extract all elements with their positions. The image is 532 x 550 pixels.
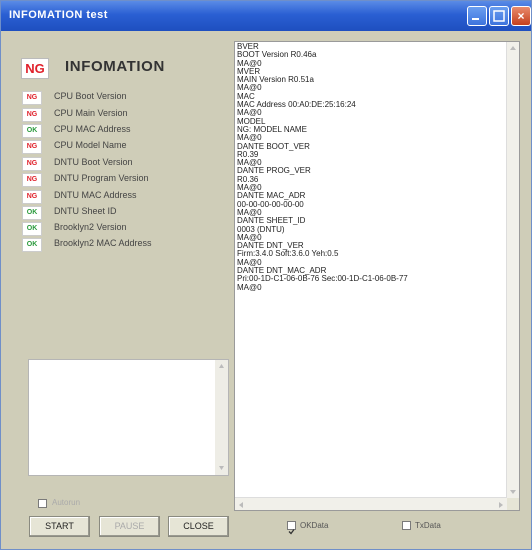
status-badge: OK xyxy=(22,238,42,252)
item-label: CPU Model Name xyxy=(54,140,127,150)
status-badge: NG xyxy=(22,190,42,204)
item-label: DNTU Program Version xyxy=(54,173,149,183)
minimize-icon[interactable] xyxy=(467,6,487,26)
title-bar[interactable]: INFOMATION test × xyxy=(1,1,531,31)
message-scrollbar[interactable] xyxy=(215,360,228,475)
log-text: BVER BOOT Version R0.46a MA@0 MVER MAIN Vers… xyxy=(237,42,408,292)
okdata-label: OKData xyxy=(300,521,329,530)
close-icon[interactable]: × xyxy=(511,6,531,26)
status-badge: NG xyxy=(22,157,42,171)
log-line: MAIN Version R0.51a xyxy=(237,75,314,85)
log-line: BOOT Version R0.46a xyxy=(237,50,317,60)
log-horizontal-scrollbar[interactable] xyxy=(235,497,507,510)
item-label: CPU MAC Address xyxy=(54,124,131,134)
start-button[interactable]: START xyxy=(29,516,90,537)
item-label: DNTU MAC Address xyxy=(54,190,137,200)
item-label: CPU Boot Version xyxy=(54,91,127,101)
close-button[interactable]: CLOSE xyxy=(168,516,229,537)
status-badge: NG xyxy=(22,173,42,187)
scroll-corner xyxy=(507,498,519,510)
txdata-checkbox[interactable] xyxy=(402,521,411,530)
status-badge: NG xyxy=(22,108,42,122)
item-label: CPU Main Version xyxy=(54,108,128,118)
window-title: INFOMATION test xyxy=(9,9,108,21)
status-badge: OK xyxy=(22,222,42,236)
status-badge: NG xyxy=(22,140,42,154)
log-line: 0003 (DNTU) xyxy=(237,224,285,234)
status-badge: OK xyxy=(22,206,42,220)
log-line: NG: MODEL NAME xyxy=(237,124,307,134)
log-textarea[interactable]: BVER BOOT Version R0.46a MA@0 MVER MAIN Vers… xyxy=(234,41,520,511)
log-line: MA@0 xyxy=(237,58,262,68)
message-textarea[interactable] xyxy=(28,359,229,476)
item-label: DNTU Boot Version xyxy=(54,157,133,167)
log-line: Pri:00-1D-C1-06-0B-76 Sec:00-1D-C1-06-0B… xyxy=(237,274,408,284)
log-line: Firm:3.4.0 Soft:3.6.0 Yeh:0.5 xyxy=(237,249,339,259)
item-label: Brooklyn2 MAC Address xyxy=(54,238,152,248)
log-line: R0.36 xyxy=(237,174,259,184)
log-line: R0.39 xyxy=(237,149,259,159)
log-vertical-scrollbar[interactable] xyxy=(506,42,519,498)
app-window: INFOMATION test × NG INFOMATION NG CPU B… xyxy=(0,0,532,550)
log-line: MA@0 xyxy=(237,83,262,93)
item-label: Brooklyn2 Version xyxy=(54,222,127,232)
info-header-title: INFOMATION xyxy=(65,58,165,75)
status-badge: NG xyxy=(22,91,42,105)
log-line: DANTE PROG_VER xyxy=(237,166,311,176)
item-label: DNTU Sheet ID xyxy=(54,206,117,216)
log-line: MA@0 xyxy=(237,282,262,292)
autorun-checkbox[interactable] xyxy=(38,499,47,508)
maximize-icon[interactable] xyxy=(489,6,509,26)
check-icon xyxy=(288,529,295,535)
txdata-label: TxData xyxy=(415,521,441,530)
autorun-label: Autorun xyxy=(52,498,81,507)
overall-status-badge: NG xyxy=(21,58,49,79)
status-badge: OK xyxy=(22,124,42,138)
log-line: DANTE BOOT_VER xyxy=(237,141,310,151)
okdata-checkbox[interactable] xyxy=(287,521,296,535)
pause-button[interactable]: PAUSE xyxy=(99,516,160,537)
log-line: MAC Address 00:A0:DE:25:16:24 xyxy=(237,100,356,110)
log-line: 00-00-00-00-00-00 xyxy=(237,199,304,209)
